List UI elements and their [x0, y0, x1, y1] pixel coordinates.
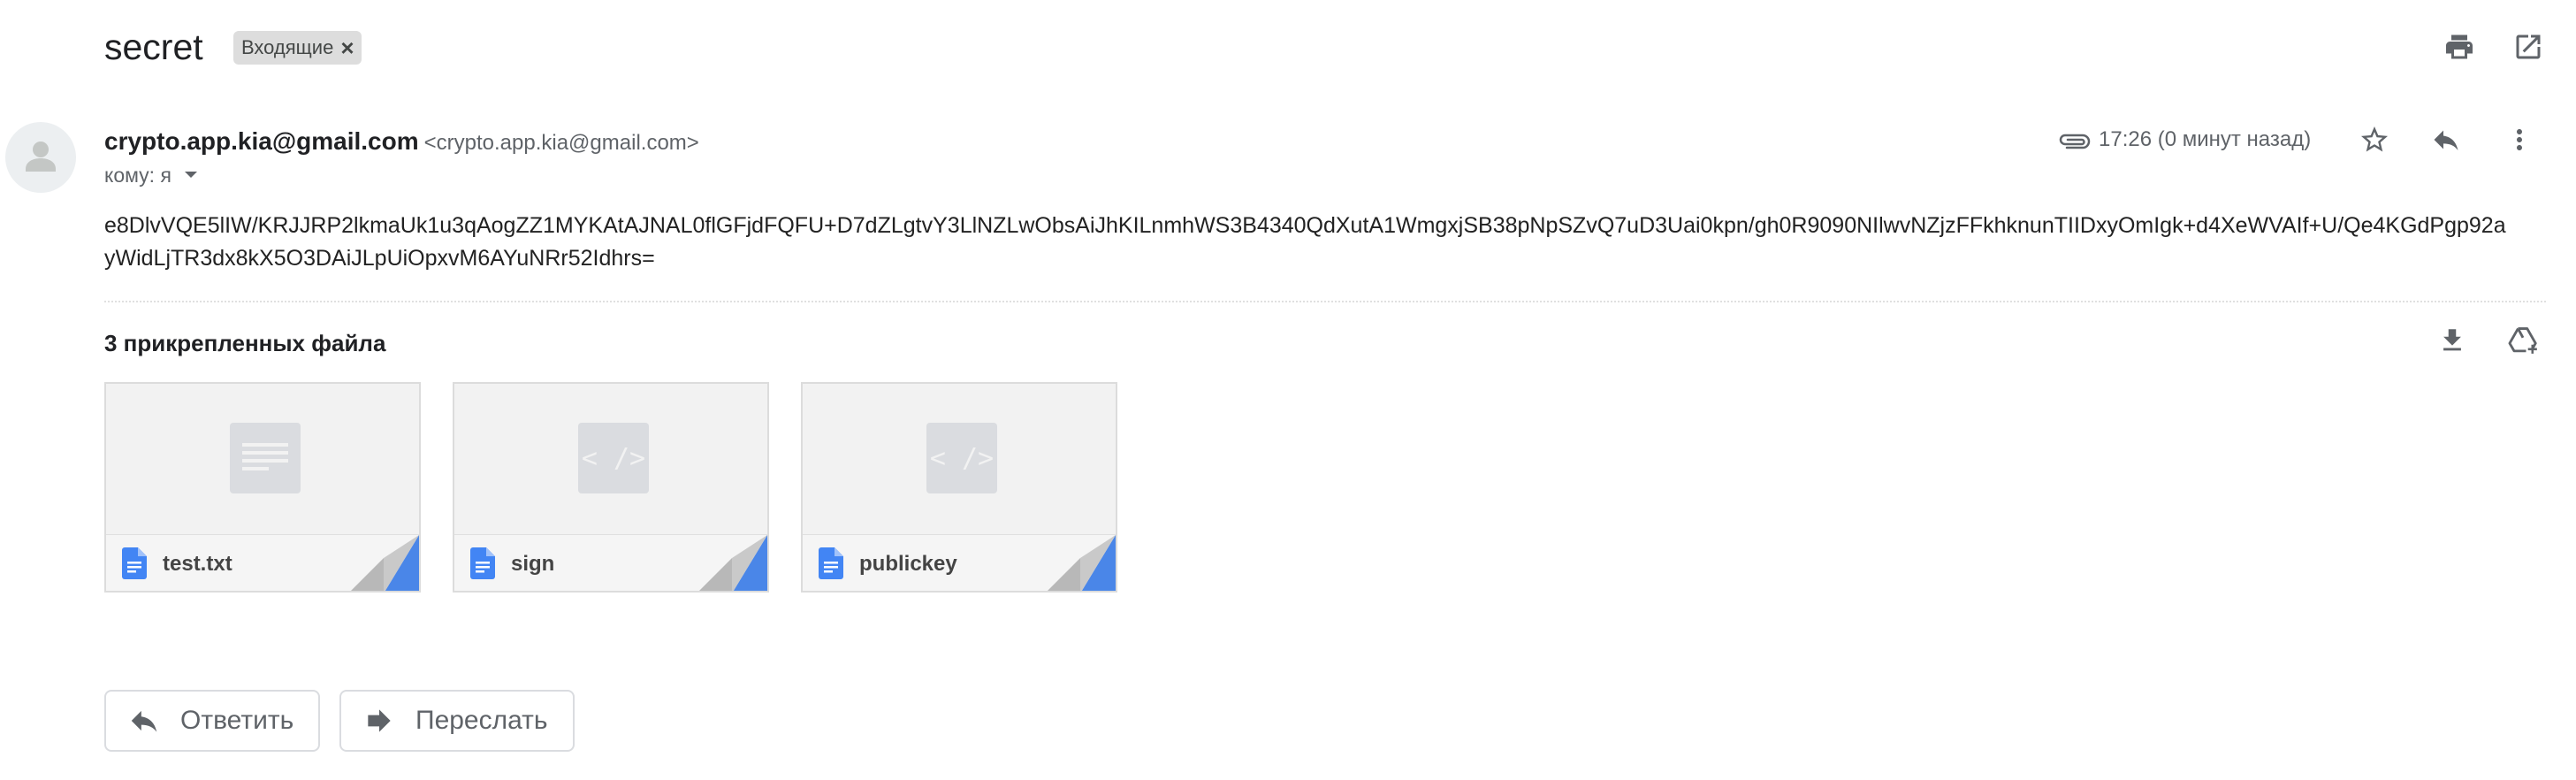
sender-name[interactable]: crypto.app.kia@gmail.com — [104, 127, 419, 155]
sender-avatar — [5, 122, 76, 193]
attachment-preview — [106, 384, 419, 534]
remove-label-icon[interactable]: × — [340, 36, 354, 59]
print-icon[interactable] — [2439, 27, 2480, 67]
google-docs-icon — [819, 547, 843, 584]
message-body: e8DlvVQE5lIW/KRJJRP2lkmaUk1u3qAogZZ1MYKA… — [104, 213, 2506, 271]
forward-icon — [368, 709, 391, 732]
attachment-name: sign — [511, 552, 555, 576]
reply-button[interactable]: Ответить — [104, 690, 321, 752]
attachments-title: 3 прикрепленных файла — [104, 330, 386, 356]
attachment-card[interactable]: < /> publickey — [801, 382, 1117, 593]
sender-line: crypto.app.kia@gmail.com <crypto.app.kia@… — [104, 126, 699, 158]
attachment-card[interactable]: test.txt — [104, 382, 421, 593]
attachment-footer: sign — [454, 534, 767, 591]
forward-button-label: Переслать — [415, 706, 548, 735]
download-icon[interactable] — [2432, 320, 2473, 361]
attachment-preview: < /> — [803, 384, 1116, 534]
attachment-preview: < /> — [454, 384, 767, 534]
star-icon[interactable] — [2354, 119, 2395, 160]
attachments-divider — [104, 301, 2546, 302]
forward-button[interactable]: Переслать — [339, 690, 575, 752]
reply-icon — [131, 710, 157, 732]
google-docs-icon — [122, 547, 147, 584]
attachment-name: publickey — [859, 552, 957, 576]
more-vertical-icon[interactable] — [2499, 119, 2540, 160]
label-chip-text: Входящие — [241, 36, 334, 58]
sender-email: <crypto.app.kia@gmail.com> — [423, 131, 699, 155]
attachment-footer: test.txt — [106, 534, 419, 591]
folded-corner-icon — [351, 535, 419, 591]
attachment-footer: publickey — [803, 534, 1116, 591]
folded-corner-icon — [699, 535, 767, 591]
code-file-thumbnail-icon: < /> — [578, 423, 649, 493]
reply-button-label: Ответить — [180, 706, 294, 735]
recipients-line[interactable]: кому: я — [104, 162, 198, 188]
attachment-card[interactable]: < /> sign — [453, 382, 769, 593]
add-to-drive-icon[interactable] — [2503, 320, 2543, 361]
label-chip-inbox[interactable]: Входящие × — [233, 31, 362, 65]
email-subject: secret — [104, 27, 203, 67]
recipients-text: кому: я — [104, 164, 171, 187]
google-docs-icon — [470, 547, 495, 584]
person-icon — [26, 141, 56, 172]
text-file-thumbnail-icon — [230, 423, 301, 493]
code-file-thumbnail-icon: < /> — [926, 423, 997, 493]
chevron-down-icon[interactable] — [184, 171, 198, 180]
attachment-name: test.txt — [163, 552, 232, 576]
paperclip-icon — [2056, 128, 2092, 155]
folded-corner-icon — [1048, 535, 1116, 591]
message-time: 17:26 (0 минут назад) — [2099, 127, 2312, 151]
open-in-new-window-icon[interactable] — [2508, 27, 2549, 67]
reply-icon[interactable] — [2426, 119, 2466, 160]
